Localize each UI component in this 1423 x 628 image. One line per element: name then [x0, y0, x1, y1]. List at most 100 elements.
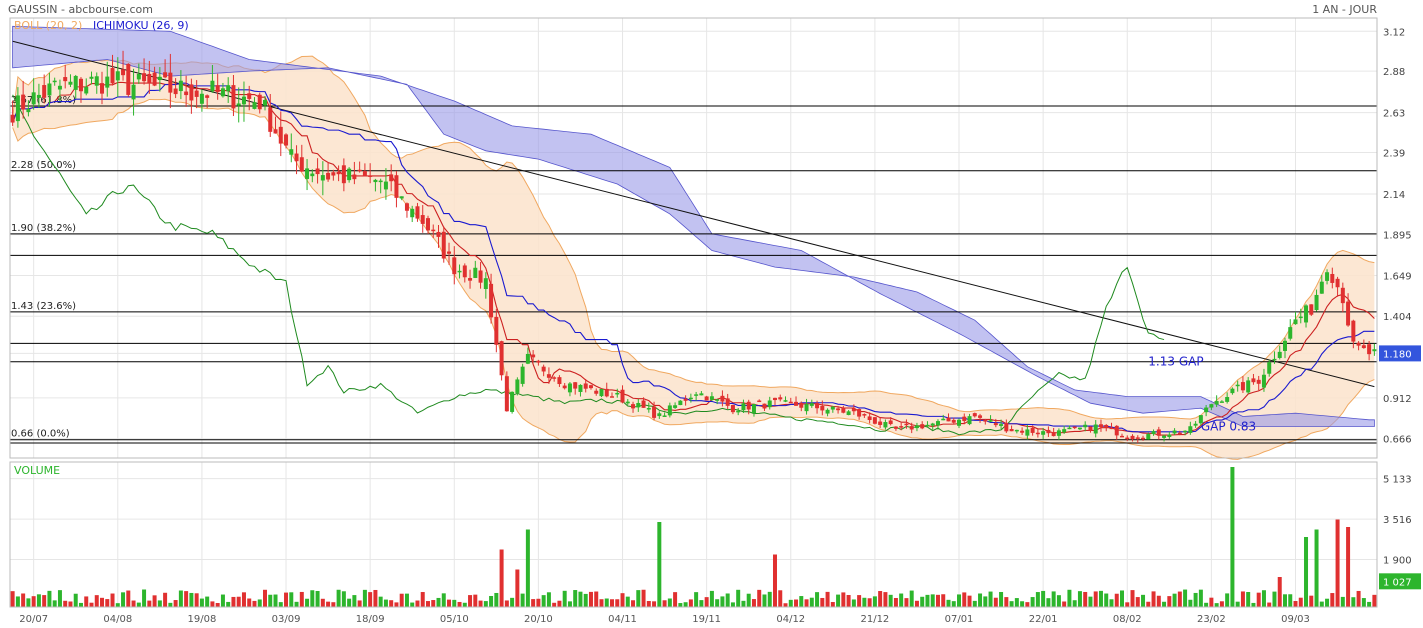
volume-bar [688, 599, 693, 607]
volume-bar [15, 596, 20, 607]
volume-bar [1014, 598, 1019, 607]
volume-bar [273, 594, 278, 607]
volume-bar [63, 600, 68, 607]
x-tick-label: 04/12 [776, 614, 805, 625]
volume-bar [783, 603, 788, 607]
candle-body [452, 257, 457, 275]
candle-body [1162, 435, 1167, 438]
candle-body [573, 382, 578, 389]
candle-body [1183, 430, 1188, 433]
volume-bar [220, 594, 225, 607]
candle-body [10, 114, 15, 123]
candle-body [368, 175, 373, 177]
volume-bar [168, 602, 173, 607]
volume-bar [751, 599, 756, 607]
volume-bar [662, 600, 667, 607]
candle-body [357, 169, 362, 172]
volume-bar [389, 600, 394, 607]
candle-body [899, 426, 904, 428]
candle-body [236, 103, 241, 106]
volume-bar [115, 603, 120, 607]
candle-body [935, 421, 940, 426]
candle-body [1282, 340, 1287, 351]
volume-bar [767, 591, 772, 607]
candle-body [210, 80, 215, 92]
volume-bar [142, 589, 147, 607]
x-tick-label: 08/02 [1113, 614, 1142, 625]
candle-body [809, 403, 814, 406]
candle-body [1125, 437, 1130, 440]
volume-bar [1204, 602, 1209, 607]
candle-body [199, 93, 204, 104]
candle-body [993, 423, 998, 426]
volume-bar [163, 592, 168, 607]
volume-bar [878, 591, 883, 607]
candle-body [1204, 407, 1209, 413]
candle-body [683, 398, 688, 401]
candle-body [336, 171, 341, 175]
candle-body [84, 86, 89, 94]
volume-bar [31, 596, 36, 607]
candle-body [557, 377, 562, 385]
volume-bar [904, 598, 909, 607]
candle-body [1325, 272, 1330, 281]
candle-body [404, 203, 409, 211]
volume-bar [236, 596, 241, 607]
volume-bar [110, 593, 115, 607]
candle-body [667, 405, 672, 416]
fib-level-label: 2.28 (50.0%) [11, 160, 76, 171]
volume-tick-label: 1 900 [1383, 556, 1412, 567]
candle-body [1261, 374, 1266, 388]
gap-annotation: 1.13 GAP [1148, 355, 1203, 369]
volume-bar [872, 596, 877, 607]
volume-bar [1335, 519, 1340, 607]
volume-bar [504, 600, 509, 607]
candle-body [778, 397, 783, 400]
candle-body [1235, 384, 1240, 387]
volume-bar [347, 598, 352, 607]
volume-bar [315, 590, 320, 607]
candle-body [220, 88, 225, 97]
volume-bar [636, 590, 641, 607]
volume-bar [42, 595, 47, 607]
volume-bar [473, 594, 478, 607]
volume-bar [1246, 592, 1251, 607]
volume-bar [157, 600, 162, 607]
volume-bar [231, 596, 236, 607]
volume-bar [436, 597, 441, 607]
candle-body [1014, 429, 1019, 432]
candle-body [1267, 362, 1272, 374]
volume-bar [799, 596, 804, 607]
volume-bar [715, 599, 720, 607]
volume-bar [57, 590, 62, 607]
candle-body [1167, 434, 1172, 437]
volume-bar [1172, 593, 1177, 607]
candle-body [1114, 425, 1119, 436]
volume-bar [1177, 591, 1182, 607]
volume-bar [546, 592, 551, 607]
candle-body [362, 171, 367, 177]
candle-body [983, 420, 988, 422]
volume-bar [36, 594, 41, 607]
candle-body [257, 94, 262, 110]
volume-bar [1209, 597, 1214, 607]
candle-body [830, 406, 835, 410]
volume-bar [247, 598, 252, 607]
volume-bar [1361, 598, 1366, 607]
candle-body [420, 215, 425, 224]
candle-body [1225, 396, 1230, 402]
volume-bars [10, 467, 1377, 607]
candle-body [278, 126, 283, 144]
candle-body [946, 417, 951, 422]
candle-body [373, 179, 378, 183]
candle-body [1340, 287, 1345, 304]
candle-body [825, 409, 830, 414]
volume-bar [772, 554, 777, 607]
volume-bar [47, 590, 52, 607]
candle-body [972, 413, 977, 417]
candle-body [909, 426, 914, 430]
candle-body [52, 80, 57, 83]
candle-body [105, 76, 110, 88]
candle-body [383, 181, 388, 190]
volume-bar [284, 592, 289, 607]
